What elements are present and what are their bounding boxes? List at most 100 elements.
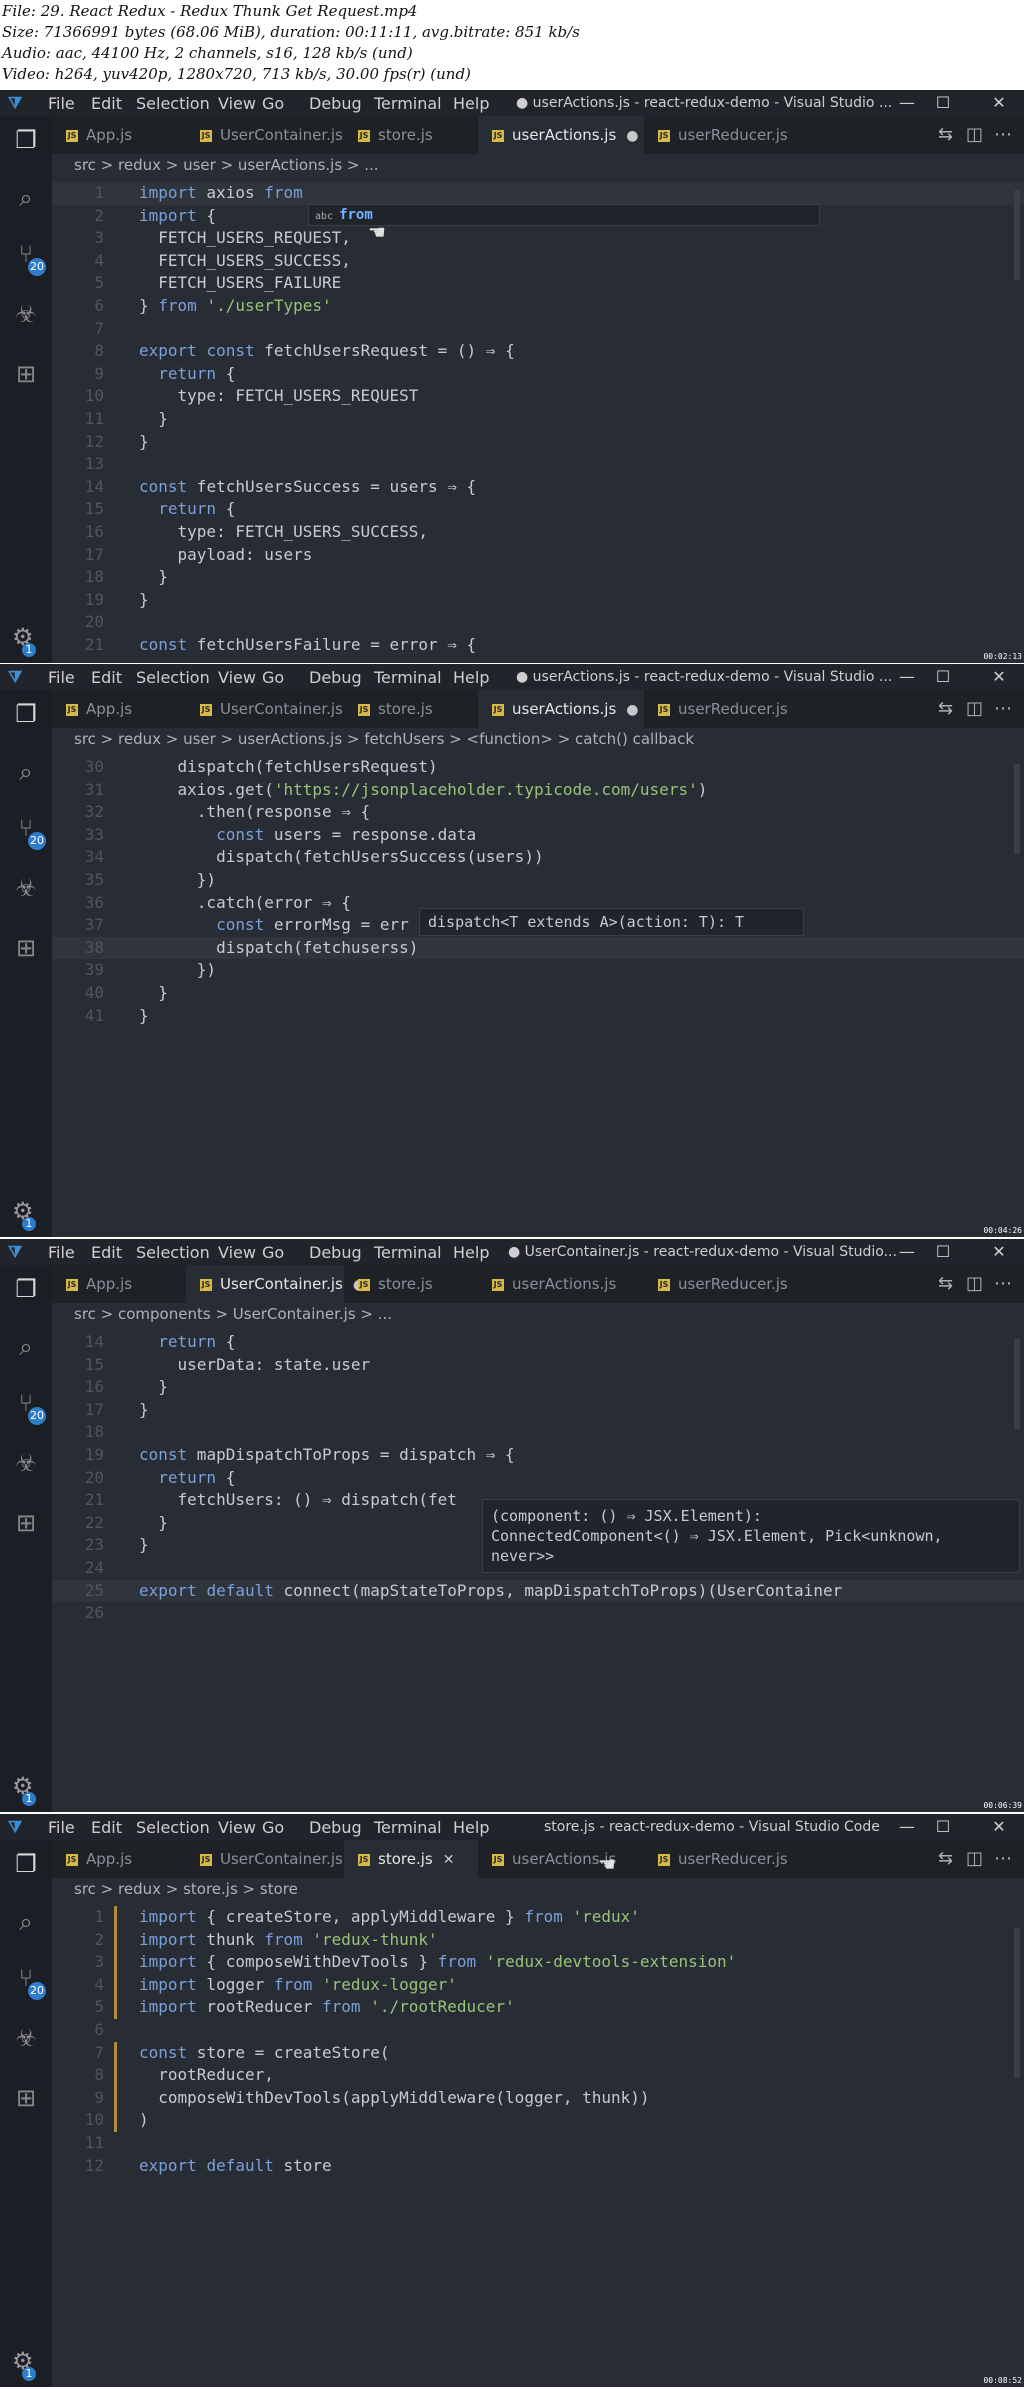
tab-app[interactable]: JS App.js (52, 1840, 186, 1878)
split-editor-icon[interactable]: ◫ (966, 1848, 983, 1869)
tab-useractions[interactable]: JS userActions.js ● (478, 116, 644, 154)
menu-selection[interactable]: Selection (136, 94, 210, 113)
debug-icon[interactable]: ☣ (10, 872, 42, 904)
split-editor-icon[interactable]: ◫ (966, 1273, 983, 1294)
compare-icon[interactable]: ⇆ (938, 1848, 953, 1869)
menu-edit[interactable]: Edit (91, 1243, 122, 1262)
code-editor[interactable]: 1 import axios from 2 import {3 FETCH_USERS… (52, 176, 1024, 663)
debug-icon[interactable]: ☣ (10, 298, 42, 330)
menu-edit[interactable]: Edit (91, 94, 122, 113)
menu-debug[interactable]: Debug (309, 1243, 362, 1262)
menu-go[interactable]: Go (262, 668, 284, 687)
tab-store[interactable]: JS store.js (344, 1265, 478, 1303)
close-icon[interactable]: ✕ (988, 1816, 1010, 1838)
menu-help[interactable]: Help (453, 1818, 489, 1837)
menu-debug[interactable]: Debug (309, 94, 362, 113)
code-editor[interactable]: 1 import { createStore, applyMiddleware }… (52, 1900, 1024, 2387)
tab-useractions[interactable]: JS userActions.js (478, 1840, 644, 1878)
split-editor-icon[interactable]: ◫ (966, 124, 983, 145)
search-icon[interactable]: ⌕ (10, 182, 42, 214)
tab-app[interactable]: JS App.js (52, 1265, 186, 1303)
extensions-icon[interactable]: ⊞ (10, 358, 42, 390)
menu-go[interactable]: Go (262, 94, 284, 113)
menu-terminal[interactable]: Terminal (374, 1243, 442, 1262)
menu-help[interactable]: Help (453, 668, 489, 687)
search-icon[interactable]: ⌕ (10, 756, 42, 788)
more-actions-icon[interactable]: ⋯ (994, 698, 1012, 719)
tab-usercontainer[interactable]: JSUserContainer.js● (186, 1265, 365, 1303)
explorer-icon[interactable]: ❐ (10, 124, 42, 156)
tab-app[interactable]: JS App.js (52, 116, 186, 154)
menu-view[interactable]: View (218, 1818, 256, 1837)
extensions-icon[interactable]: ⊞ (10, 2082, 42, 2114)
close-icon[interactable]: ✕ (988, 666, 1010, 688)
menu-help[interactable]: Help (453, 94, 489, 113)
extensions-icon[interactable]: ⊞ (10, 1507, 42, 1539)
debug-icon[interactable]: ☣ (10, 2022, 42, 2054)
minimize-icon[interactable]: — (896, 1816, 918, 1838)
tab-app[interactable]: JS App.js (52, 690, 186, 728)
compare-icon[interactable]: ⇆ (938, 124, 953, 145)
tab-usercontainer[interactable]: JS UserContainer.js (186, 690, 344, 728)
menu-view[interactable]: View (218, 1243, 256, 1262)
maximize-icon[interactable]: ☐ (932, 666, 954, 688)
debug-icon[interactable]: ☣ (10, 1447, 42, 1479)
breadcrumb[interactable]: src > redux > store.js > store (52, 1878, 1024, 1900)
compare-icon[interactable]: ⇆ (938, 698, 953, 719)
more-actions-icon[interactable]: ⋯ (994, 124, 1012, 145)
menu-go[interactable]: Go (262, 1818, 284, 1837)
menu-debug[interactable]: Debug (309, 668, 362, 687)
menu-file[interactable]: File (48, 94, 75, 113)
menu-file[interactable]: File (48, 1243, 75, 1262)
menu-file[interactable]: File (48, 1818, 75, 1837)
close-icon[interactable]: ✕ (988, 1241, 1010, 1263)
minimize-icon[interactable]: — (896, 92, 918, 114)
search-icon[interactable]: ⌕ (10, 1906, 42, 1938)
unsaved-dot-icon[interactable]: ● (626, 117, 638, 155)
menu-debug[interactable]: Debug (309, 1818, 362, 1837)
tab-store[interactable]: JS store.js (344, 116, 478, 154)
vertical-scrollbar[interactable] (1014, 1928, 1020, 2078)
vertical-scrollbar[interactable] (1014, 1339, 1020, 1429)
menu-view[interactable]: View (218, 668, 256, 687)
tab-userreducer[interactable]: JS userReducer.js (644, 690, 798, 728)
menu-selection[interactable]: Selection (136, 1818, 210, 1837)
maximize-icon[interactable]: ☐ (932, 1241, 954, 1263)
minimize-icon[interactable]: — (896, 666, 918, 688)
menu-help[interactable]: Help (453, 1243, 489, 1262)
explorer-icon[interactable]: ❐ (10, 698, 42, 730)
breadcrumb[interactable]: src > redux > user > userActions.js > ..… (52, 154, 1024, 176)
vertical-scrollbar[interactable] (1014, 764, 1020, 854)
vertical-scrollbar[interactable] (1014, 190, 1020, 280)
menu-edit[interactable]: Edit (91, 668, 122, 687)
tab-store[interactable]: JS store.js (344, 690, 478, 728)
close-icon[interactable]: ✕ (988, 92, 1010, 114)
tab-useractions[interactable]: JS userActions.js (478, 1265, 644, 1303)
split-editor-icon[interactable]: ◫ (966, 698, 983, 719)
more-actions-icon[interactable]: ⋯ (994, 1848, 1012, 1869)
unsaved-dot-icon[interactable]: ● (626, 691, 638, 729)
tab-useractions[interactable]: JS userActions.js ● (478, 690, 644, 728)
menu-selection[interactable]: Selection (136, 668, 210, 687)
close-tab-icon[interactable]: ✕ (443, 1841, 455, 1879)
maximize-icon[interactable]: ☐ (932, 92, 954, 114)
code-editor[interactable]: 30 dispatch(fetchUsersRequest) 31 axios.g… (52, 750, 1024, 1237)
explorer-icon[interactable]: ❐ (10, 1273, 42, 1305)
code-editor[interactable]: 14 return {15 userData: state.user 16 } 17… (52, 1325, 1024, 1812)
breadcrumb[interactable]: src > components > UserContainer.js > ..… (52, 1303, 1024, 1325)
menu-file[interactable]: File (48, 668, 75, 687)
tab-userreducer[interactable]: JS userReducer.js (644, 1265, 798, 1303)
tab-store[interactable]: JS store.js ✕ (344, 1840, 478, 1878)
menu-view[interactable]: View (218, 94, 256, 113)
tab-userreducer[interactable]: JS userReducer.js (644, 1840, 798, 1878)
more-actions-icon[interactable]: ⋯ (994, 1273, 1012, 1294)
tab-usercontainer[interactable]: JS UserContainer.js (186, 1840, 344, 1878)
extensions-icon[interactable]: ⊞ (10, 932, 42, 964)
minimize-icon[interactable]: — (896, 1241, 918, 1263)
menu-go[interactable]: Go (262, 1243, 284, 1262)
menu-terminal[interactable]: Terminal (374, 668, 442, 687)
search-icon[interactable]: ⌕ (10, 1331, 42, 1363)
tab-userreducer[interactable]: JS userReducer.js (644, 116, 798, 154)
menu-terminal[interactable]: Terminal (374, 1818, 442, 1837)
menu-selection[interactable]: Selection (136, 1243, 210, 1262)
